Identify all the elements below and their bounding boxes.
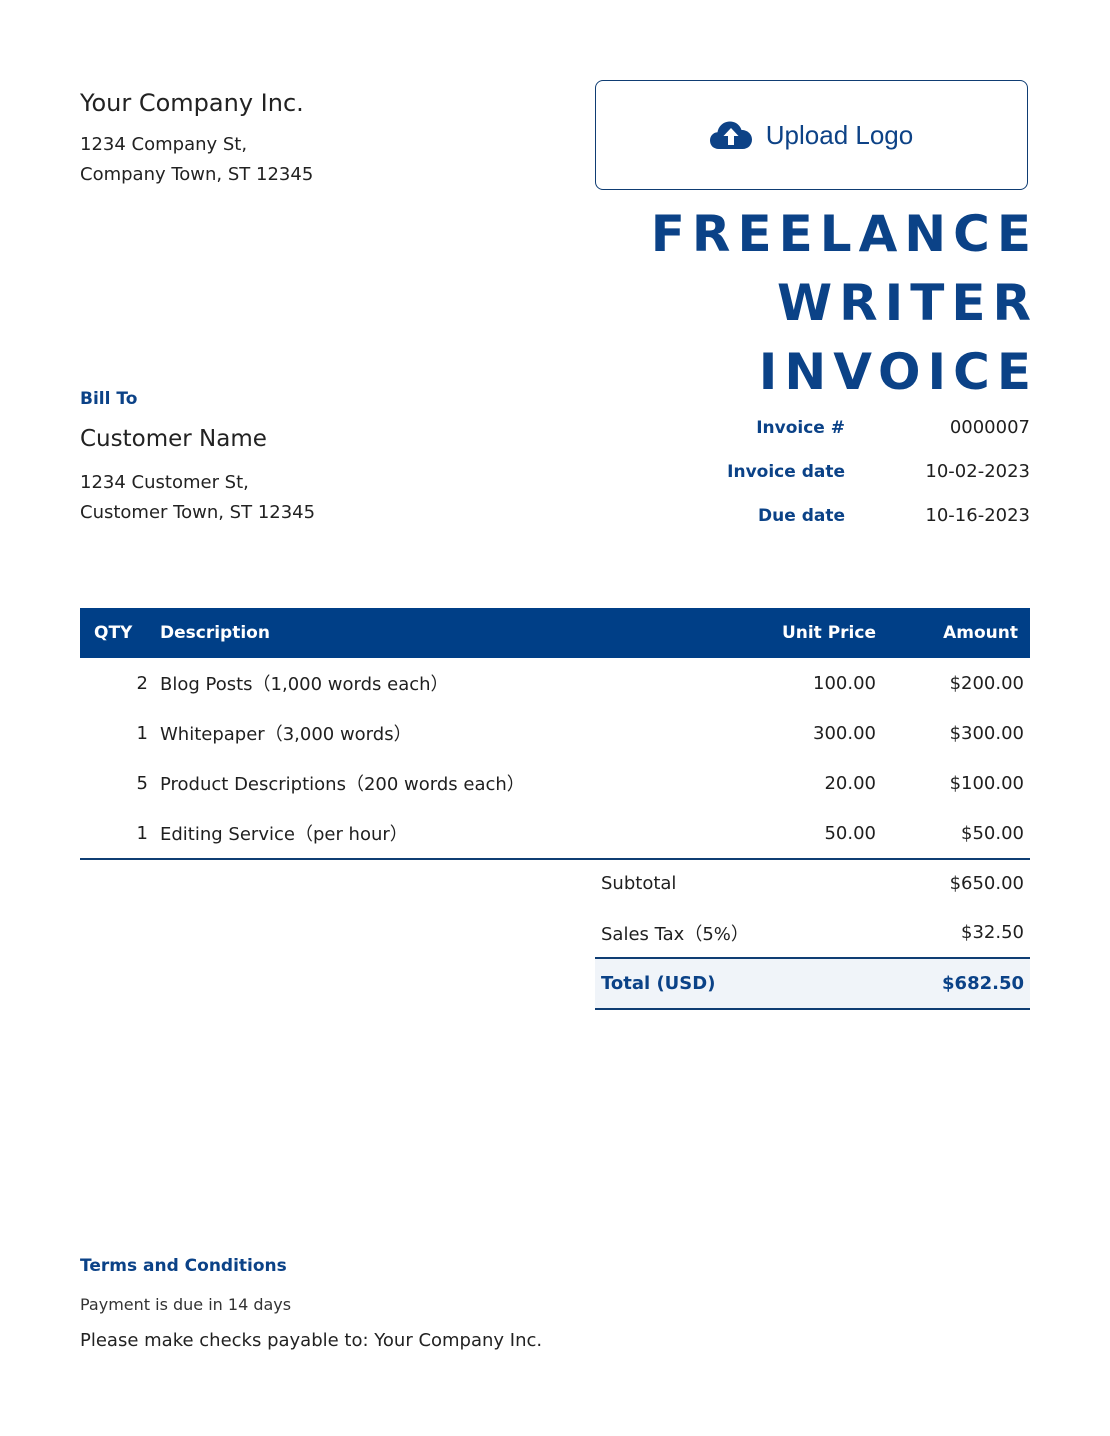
row-qty: 1 [136, 722, 148, 744]
subtotal-row: Subtotal $650.00 [595, 859, 1030, 908]
title-line-2: WRITER [776, 274, 1038, 332]
row-qty: 2 [136, 672, 148, 694]
column-header-qty: QTY [80, 608, 154, 658]
row-qty: 5 [136, 772, 148, 794]
terms-payment-due: Payment is due in 14 days [80, 1295, 292, 1314]
company-address-line2: Company Town, ST 12345 [80, 164, 314, 185]
row-unit-price: 50.00 [730, 808, 884, 860]
table-row: 5 Product Descriptions（200 words each） 2… [80, 758, 1030, 808]
table-row: 1 Editing Service（per hour） 50.00 $50.00 [80, 808, 1030, 860]
invoice-number-label: Invoice # [756, 418, 845, 438]
document-title: FREELANCE WRITER INVOICE [651, 200, 1038, 407]
upload-logo-button[interactable]: Upload Logo [595, 80, 1028, 190]
title-line-1: FREELANCE [650, 205, 1038, 263]
company-name: Your Company Inc. [80, 89, 304, 117]
table-row: 2 Blog Posts（1,000 words each） 100.00 $2… [80, 658, 1030, 708]
customer-address-line2: Customer Town, ST 12345 [80, 502, 316, 523]
total-row: Total (USD) $682.50 [595, 957, 1030, 1010]
line-items-table: QTY Description Unit Price Amount 2 Blog… [80, 608, 1030, 860]
bill-to-label: Bill To [80, 389, 138, 409]
row-description: Whitepaper（3,000 words） [160, 724, 412, 745]
row-description: Product Descriptions（200 words each） [160, 774, 525, 795]
row-description: Editing Service（per hour） [154, 808, 730, 860]
subtotal-label: Subtotal [601, 873, 677, 894]
terms-title: Terms and Conditions [80, 1256, 287, 1276]
table-row: 1 Whitepaper（3,000 words） 300.00 $300.00 [80, 708, 1030, 758]
column-header-unit-price: Unit Price [730, 608, 884, 658]
tax-label: Sales Tax（5%） [601, 923, 749, 945]
total-label: Total (USD) [595, 957, 869, 1010]
title-line-3: INVOICE [758, 343, 1038, 401]
terms-checks-payable: Please make checks payable to: Your Comp… [80, 1330, 543, 1351]
column-header-amount: Amount [884, 608, 1030, 658]
due-date-value: 10-16-2023 [925, 505, 1030, 526]
row-amount: $100.00 [949, 772, 1024, 794]
total-value: $682.50 [868, 957, 1030, 1010]
row-description: Blog Posts（1,000 words each） [160, 674, 449, 695]
upload-logo-label: Upload Logo [765, 119, 914, 150]
row-unit-price: 100.00 [813, 672, 876, 694]
due-date-label: Due date [758, 506, 845, 526]
row-qty: 1 [80, 808, 154, 860]
table-header-row: QTY Description Unit Price Amount [80, 608, 1030, 658]
row-amount: $50.00 [884, 808, 1030, 860]
row-amount: $200.00 [949, 672, 1024, 694]
totals-table: Subtotal $650.00 Sales Tax（5%） $32.50 To… [595, 859, 1030, 1010]
company-address-line1: 1234 Company St, [80, 134, 248, 155]
tax-row: Sales Tax（5%） $32.50 [595, 908, 1030, 958]
invoice-number-value: 0000007 [949, 417, 1030, 438]
tax-value: $32.50 [961, 922, 1024, 943]
row-unit-price: 20.00 [824, 772, 876, 794]
row-unit-price: 300.00 [813, 722, 876, 744]
subtotal-value: $650.00 [949, 873, 1024, 894]
customer-name: Customer Name [80, 426, 267, 452]
row-amount: $300.00 [949, 722, 1024, 744]
column-header-description: Description [154, 608, 730, 658]
cloud-upload-icon [709, 120, 752, 150]
customer-address-line1: 1234 Customer St, [80, 472, 249, 493]
invoice-date-label: Invoice date [727, 462, 845, 482]
invoice-date-value: 10-02-2023 [925, 461, 1030, 482]
